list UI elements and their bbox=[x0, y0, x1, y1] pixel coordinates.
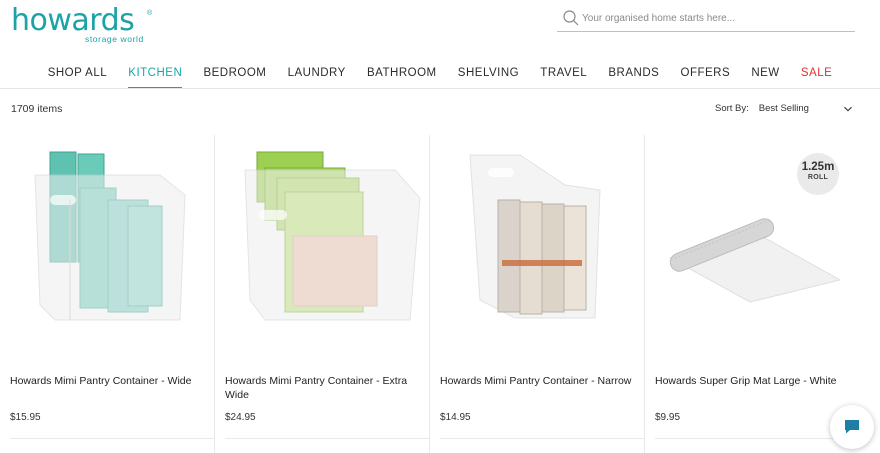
product-card[interactable]: Howards Mimi Pantry Container - Narrow $… bbox=[430, 135, 645, 453]
product-grid: Howards Mimi Pantry Container - Wide $15… bbox=[0, 135, 880, 453]
roll-size: 1.25m bbox=[801, 161, 835, 173]
product-price: $15.95 bbox=[10, 412, 41, 423]
card-divider bbox=[10, 438, 214, 439]
main-navigation: SHOP ALL KITCHEN BEDROOM LAUNDRY BATHROO… bbox=[0, 64, 880, 88]
nav-sale[interactable]: SALE bbox=[790, 64, 843, 88]
search-icon[interactable] bbox=[562, 9, 580, 27]
pantry-container-wide-image[interactable] bbox=[10, 140, 210, 335]
product-card[interactable]: 1.25m ROLL Howards Super Grip Mat Large … bbox=[645, 135, 860, 453]
brand-registered-mark: ® bbox=[147, 10, 153, 17]
card-divider bbox=[655, 438, 860, 439]
nav-bathroom[interactable]: BATHROOM bbox=[356, 64, 447, 88]
product-name[interactable]: Howards Super Grip Mat Large - White bbox=[655, 374, 855, 388]
chat-bubble-icon bbox=[845, 420, 859, 434]
product-name[interactable]: Howards Mimi Pantry Container - Wide bbox=[10, 374, 210, 388]
nav-shop-all[interactable]: SHOP ALL bbox=[37, 64, 118, 88]
brand-tagline: storage world bbox=[85, 34, 144, 44]
nav-divider bbox=[0, 88, 880, 89]
site-header: howards ® storage world bbox=[0, 0, 880, 60]
product-card[interactable]: Howards Mimi Pantry Container - Extra Wi… bbox=[215, 135, 430, 453]
nav-bedroom[interactable]: BEDROOM bbox=[193, 64, 277, 88]
product-card[interactable]: Howards Mimi Pantry Container - Wide $15… bbox=[0, 135, 215, 453]
pantry-container-extra-wide-image[interactable] bbox=[225, 140, 425, 335]
nav-laundry[interactable]: LAUNDRY bbox=[277, 64, 356, 88]
product-name[interactable]: Howards Mimi Pantry Container - Narrow bbox=[440, 374, 640, 388]
brand-logo[interactable]: howards ® storage world bbox=[11, 2, 156, 46]
sort-label: Sort By: bbox=[715, 103, 749, 114]
product-name[interactable]: Howards Mimi Pantry Container - Extra Wi… bbox=[225, 374, 425, 402]
chat-launcher-button[interactable] bbox=[830, 405, 874, 449]
product-price: $24.95 bbox=[225, 412, 256, 423]
chevron-down-icon[interactable] bbox=[843, 104, 853, 114]
nav-travel[interactable]: TRAVEL bbox=[530, 64, 598, 88]
nav-shelving[interactable]: SHELVING bbox=[447, 64, 530, 88]
sort-control[interactable]: Sort By: Best Selling bbox=[715, 103, 853, 114]
product-price: $14.95 bbox=[440, 412, 471, 423]
nav-offers[interactable]: OFFERS bbox=[670, 64, 741, 88]
nav-kitchen[interactable]: KITCHEN bbox=[118, 64, 193, 88]
roll-size-badge: 1.25m ROLL bbox=[797, 153, 839, 195]
search-input[interactable] bbox=[582, 8, 847, 28]
sort-select[interactable]: Best Selling bbox=[759, 103, 843, 114]
product-price: $9.95 bbox=[655, 412, 681, 423]
item-count: 1709 items bbox=[11, 103, 63, 115]
roll-unit: ROLL bbox=[807, 174, 829, 181]
card-divider bbox=[225, 438, 429, 439]
pantry-container-narrow-image[interactable] bbox=[440, 140, 640, 335]
nav-brands[interactable]: BRANDS bbox=[598, 64, 670, 88]
nav-new[interactable]: NEW bbox=[741, 64, 791, 88]
card-divider bbox=[440, 438, 644, 439]
search-bar bbox=[557, 6, 855, 32]
